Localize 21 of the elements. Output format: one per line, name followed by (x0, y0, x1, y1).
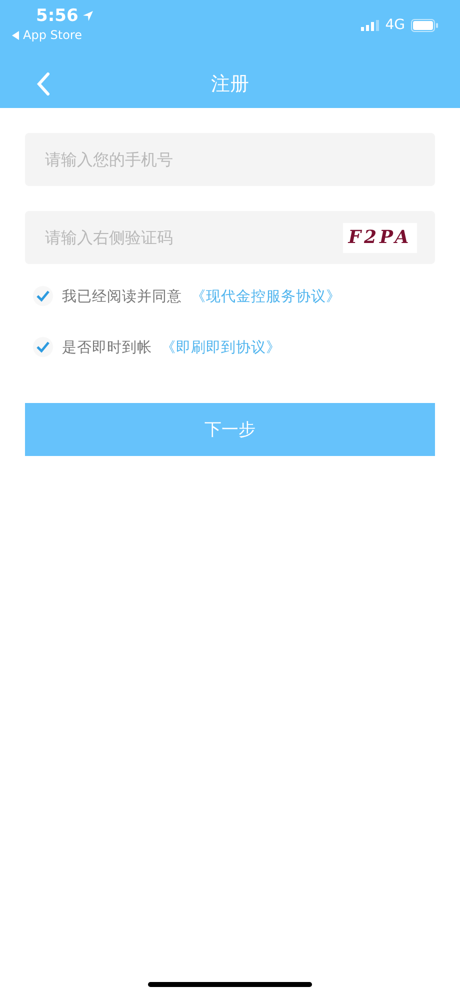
network-label: 4G (385, 17, 405, 33)
checkbox[interactable] (33, 286, 53, 306)
phone-field[interactable]: 请输入您的手机号 (25, 133, 435, 186)
agreement-link[interactable]: 《即刷即到协议》 (161, 338, 281, 356)
captcha-code[interactable]: F2PA (343, 222, 417, 252)
next-step-button[interactable]: 下一步 (25, 403, 435, 456)
agreement-label: 是否即时到帐 (62, 338, 152, 356)
agreement-link[interactable]: 《现代金控服务协议》 (191, 286, 341, 306)
location-arrow-icon (82, 10, 94, 22)
captcha-field[interactable]: 请输入右侧验证码 F2PA (25, 211, 435, 264)
agreement-label: 我已经阅读并同意 (62, 288, 182, 306)
phone-input[interactable]: 请输入您的手机号 (43, 149, 417, 170)
checkbox[interactable] (33, 337, 53, 357)
captcha-input-field[interactable]: 请输入右侧验证码 (43, 227, 343, 248)
battery-icon (411, 18, 438, 32)
status-time: 5:56 (36, 6, 78, 26)
signal-icon (361, 20, 380, 30)
back-to-app-link[interactable]: App Store (23, 28, 82, 42)
page-title: 注册 (211, 72, 249, 97)
back-triangle-icon[interactable] (12, 30, 20, 40)
back-icon[interactable] (36, 72, 50, 96)
